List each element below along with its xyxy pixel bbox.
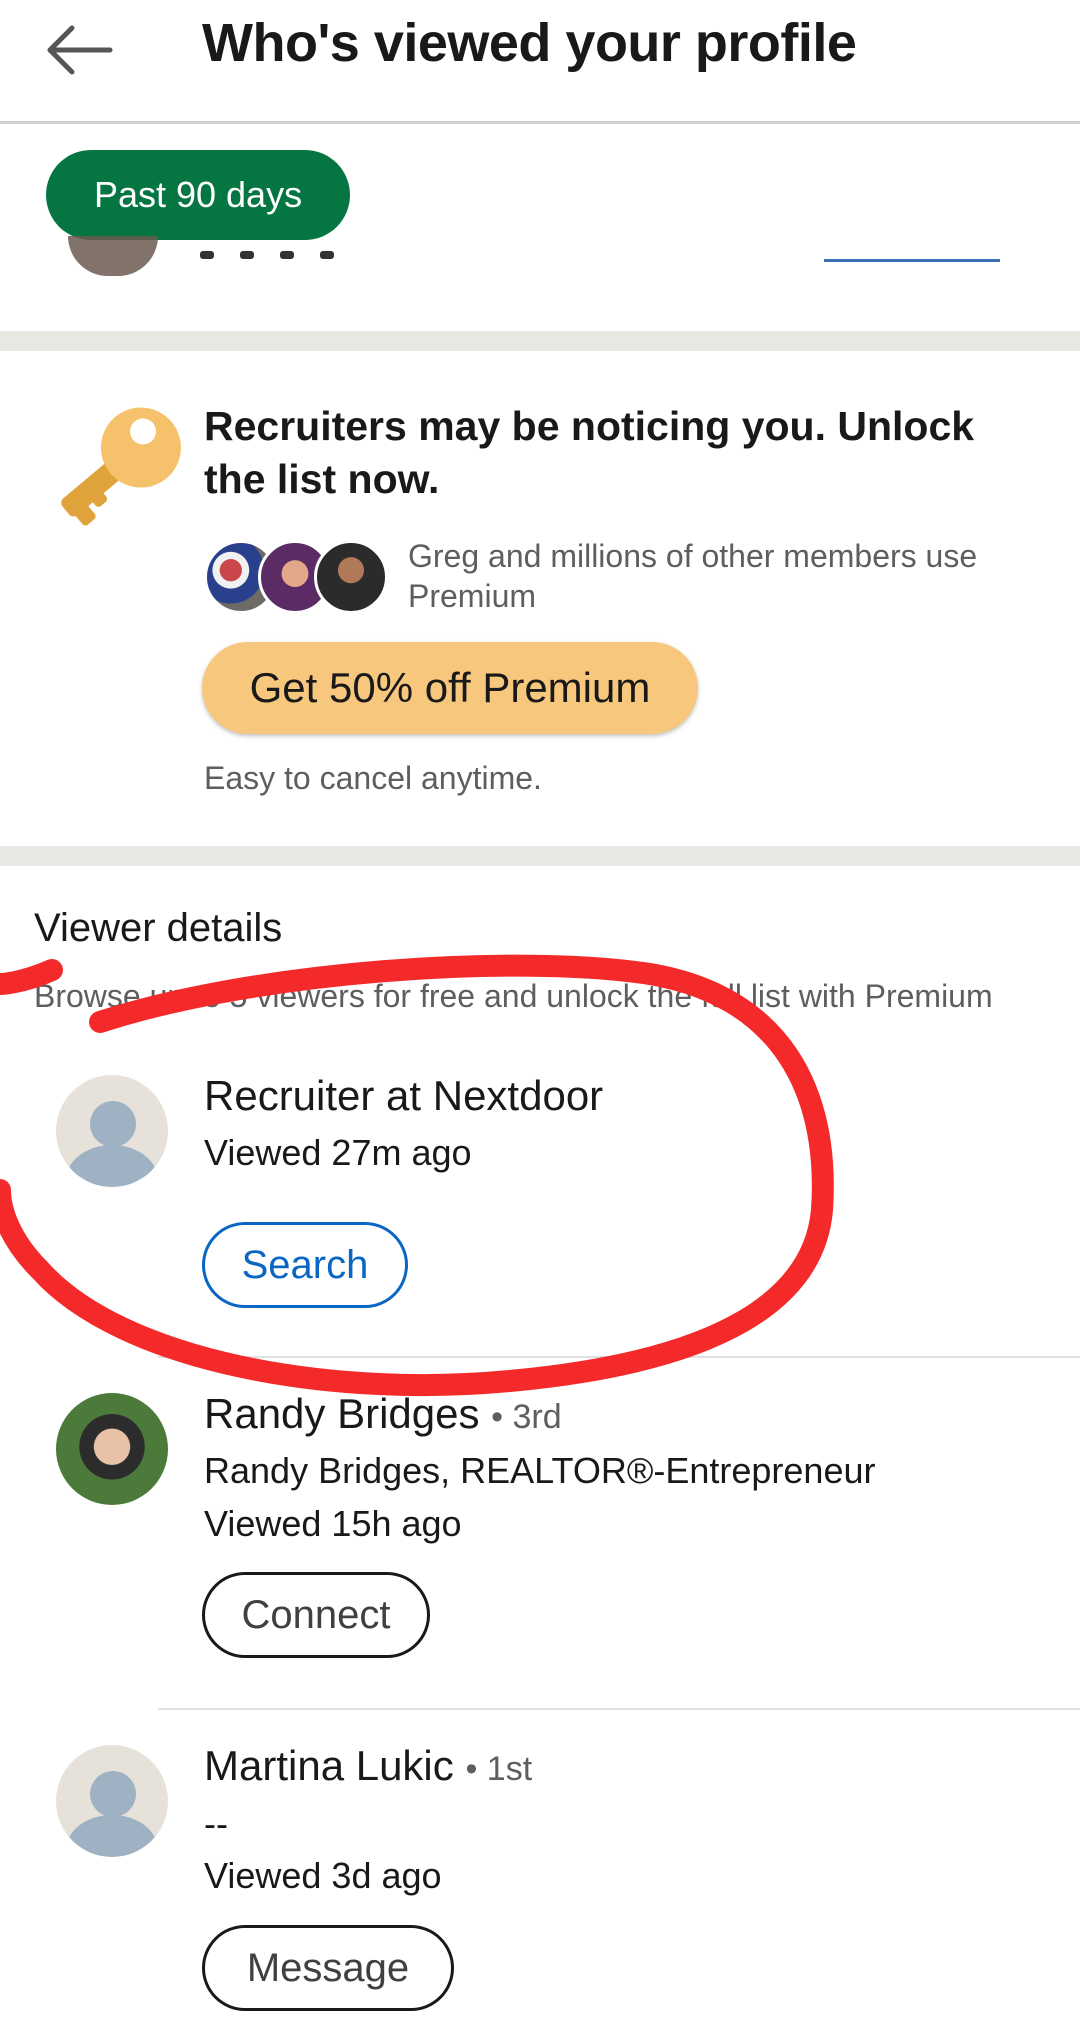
connect-button[interactable]: Connect <box>202 1572 430 1658</box>
viewer-avatar[interactable] <box>56 1075 168 1187</box>
viewer-headline: -- <box>204 1803 228 1844</box>
arrow-left-icon <box>47 25 113 75</box>
viewer-name-row: Martina Lukic • 1st <box>204 1742 532 1790</box>
page-title: Who's viewed your profile <box>202 13 857 73</box>
connection-degree: • 1st <box>465 1750 533 1788</box>
viewer-name[interactable]: Martina Lukic <box>204 1742 454 1789</box>
connection-degree: • 3rd <box>491 1398 562 1436</box>
viewer-avatar[interactable] <box>56 1745 168 1857</box>
row-divider <box>158 1356 1080 1358</box>
viewer-details-subtitle: Browse up to 5 viewers for free and unlo… <box>34 978 993 1014</box>
section-divider <box>0 846 1080 866</box>
cancel-note: Easy to cancel anytime. <box>204 760 542 796</box>
row-divider <box>158 1708 1080 1710</box>
top-app-bar: Who's viewed your profile <box>0 0 1080 124</box>
get-premium-button[interactable]: Get 50% off Premium <box>202 642 698 734</box>
viewer-name-row: Randy Bridges • 3rd <box>204 1390 562 1438</box>
section-divider <box>0 331 1080 351</box>
premium-headline: Recruiters may be noticing you. Unlock t… <box>204 403 975 502</box>
hidden-text <box>200 246 420 259</box>
time-filter-chip[interactable]: Past 90 days <box>46 150 350 240</box>
members-text: Greg and millions of other members use P… <box>408 538 978 614</box>
member-avatars <box>204 540 394 614</box>
viewer-time: Viewed 15h ago <box>204 1503 462 1544</box>
viewer-details-title: Viewer details <box>34 906 283 950</box>
viewer-name[interactable]: Randy Bridges <box>204 1390 479 1437</box>
person-icon <box>90 1101 136 1147</box>
key-icon <box>40 398 190 538</box>
viewer-headline: Randy Bridges, REALTOR®-Entrepreneur <box>204 1450 876 1491</box>
member-avatar-3 <box>314 540 388 614</box>
viewer-time: Viewed 3d ago <box>204 1855 442 1896</box>
search-button[interactable]: Search <box>202 1222 408 1308</box>
viewer-avatar[interactable] <box>56 1393 168 1505</box>
viewer-time: Viewed 27m ago <box>204 1132 472 1173</box>
message-button[interactable]: Message <box>202 1925 454 2011</box>
hidden-link-underline <box>824 259 1000 262</box>
person-icon <box>90 1771 136 1817</box>
viewer-name[interactable]: Recruiter at Nextdoor <box>204 1072 603 1120</box>
hidden-avatar <box>68 236 158 276</box>
back-button[interactable] <box>40 20 120 80</box>
